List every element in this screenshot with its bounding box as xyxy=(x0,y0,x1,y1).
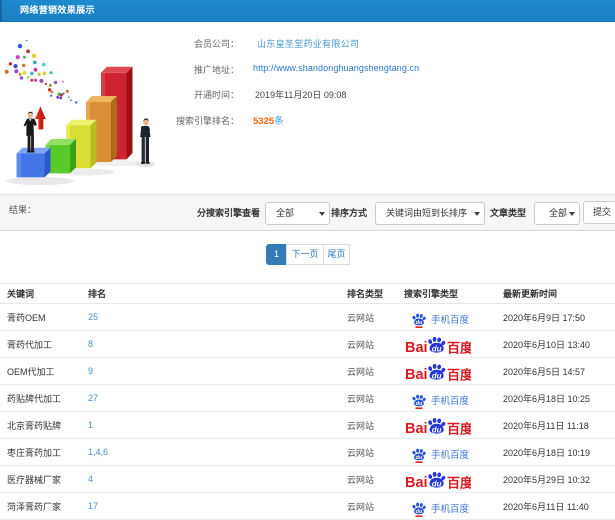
svg-text:Bai: Bai xyxy=(405,475,428,491)
svg-text:du: du xyxy=(416,320,423,326)
svg-text:百度: 百度 xyxy=(447,476,471,491)
svg-text:du: du xyxy=(432,479,442,488)
svg-text:百度: 百度 xyxy=(447,341,471,356)
svg-text:du: du xyxy=(416,509,423,515)
svg-text:du: du xyxy=(432,344,442,353)
svg-text:du: du xyxy=(416,455,423,461)
svg-text:百度: 百度 xyxy=(447,422,471,437)
svg-text:Bai: Bai xyxy=(405,367,428,383)
svg-text:Bai: Bai xyxy=(405,421,428,437)
svg-text:du: du xyxy=(432,371,442,380)
svg-text:Bai: Bai xyxy=(405,340,428,356)
svg-text:du: du xyxy=(416,401,423,407)
svg-text:百度: 百度 xyxy=(447,368,471,383)
svg-text:du: du xyxy=(432,425,442,434)
